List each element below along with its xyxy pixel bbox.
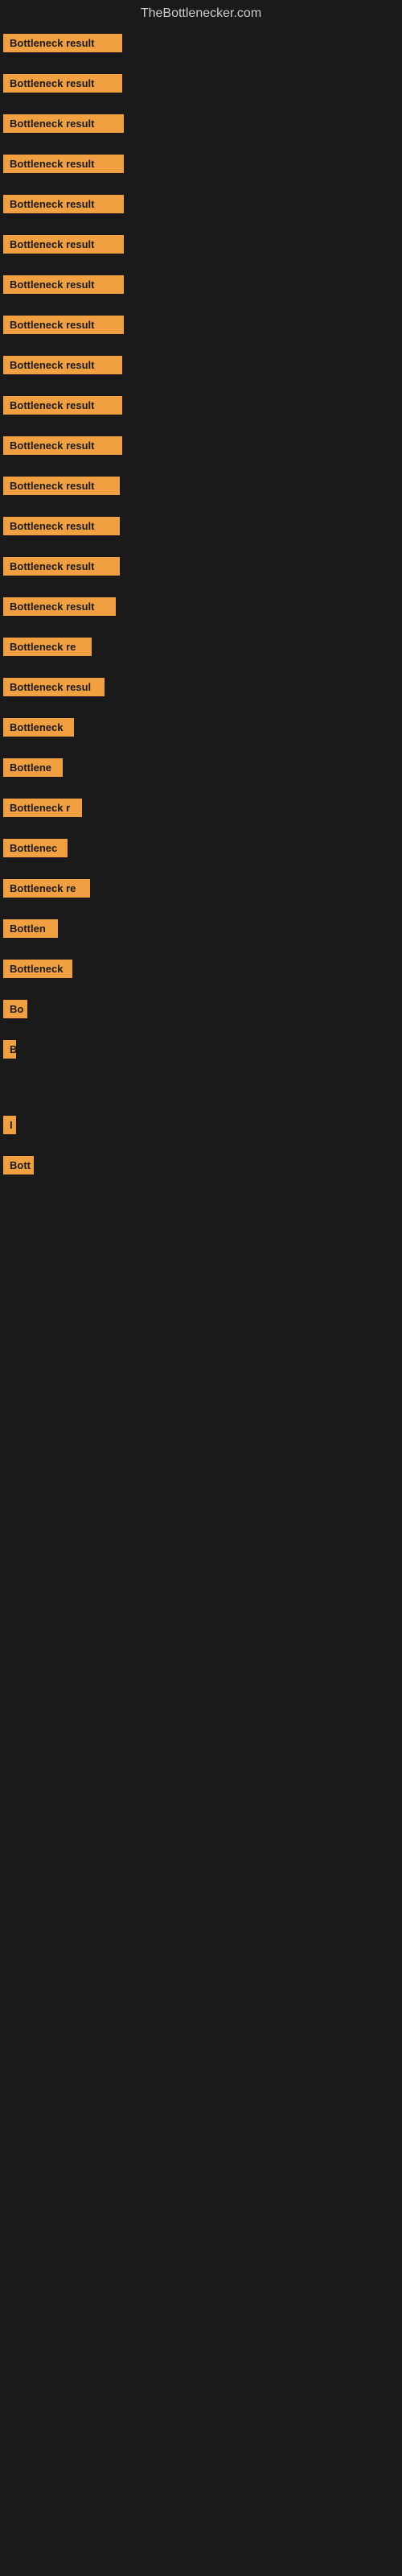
list-item: [3, 1077, 402, 1101]
bottleneck-result-label: Bottleneck result: [3, 316, 124, 334]
list-item: Bottleneck result: [3, 272, 402, 301]
bottleneck-result-label: Bottleneck result: [3, 275, 124, 294]
items-container: Bottleneck result Bottleneck result Bottle…: [0, 27, 402, 1708]
list-item: Bottlene: [3, 755, 402, 784]
bottleneck-result-label: Bottlen: [3, 919, 58, 938]
list-item: Bottleneck result: [3, 151, 402, 180]
spacer: [3, 1386, 402, 1451]
list-item: Bottlen: [3, 916, 402, 945]
list-item: Bott: [3, 1153, 402, 1182]
spacer: [3, 1644, 402, 1708]
spacer: [3, 1193, 402, 1257]
bottleneck-result-label: Bo: [3, 1000, 27, 1018]
bottleneck-result-label: Bottleneck: [3, 960, 72, 978]
bottleneck-result-label: Bott: [3, 1156, 34, 1174]
spacer: [3, 1322, 402, 1386]
list-item: Bottleneck result: [3, 31, 402, 60]
bottleneck-result-label: Bottlenec: [3, 839, 68, 857]
bottleneck-result-label: Bottleneck result: [3, 356, 122, 374]
list-item: Bottleneck result: [3, 111, 402, 140]
list-item: Bottleneck result: [3, 473, 402, 502]
list-item: Bottleneck resul: [3, 675, 402, 704]
bottleneck-result-label: Bottleneck result: [3, 597, 116, 616]
list-item: Bottleneck: [3, 956, 402, 985]
bottleneck-result-label: Bottleneck re: [3, 879, 90, 898]
bottleneck-result-label: Bottleneck result: [3, 34, 122, 52]
list-item: Bottleneck: [3, 715, 402, 744]
list-item: Bo: [3, 997, 402, 1026]
bottleneck-result-label: B: [3, 1040, 16, 1059]
list-item: B: [3, 1037, 402, 1066]
bottleneck-result-label: Bottleneck result: [3, 477, 120, 495]
spacer: [3, 1579, 402, 1644]
bottleneck-result-label: I: [3, 1116, 16, 1134]
bottleneck-result-label: Bottleneck result: [3, 396, 122, 415]
spacer: [3, 1257, 402, 1322]
spacer: [3, 1451, 402, 1515]
list-item: Bottleneck re: [3, 876, 402, 905]
bottleneck-result-label: Bottleneck result: [3, 557, 120, 576]
list-item: Bottleneck result: [3, 554, 402, 583]
bottleneck-result-label: Bottleneck result: [3, 436, 122, 455]
list-item: Bottleneck result: [3, 71, 402, 100]
list-item: Bottleneck result: [3, 393, 402, 422]
bottleneck-result-label: Bottleneck result: [3, 114, 124, 133]
site-title: TheBottlenecker.com: [0, 0, 402, 27]
bottleneck-result-label: Bottleneck result: [3, 74, 122, 93]
bottleneck-result-label: Bottleneck result: [3, 195, 124, 213]
list-item: Bottlenec: [3, 836, 402, 865]
bottleneck-result-label: Bottleneck result: [3, 235, 124, 254]
bottleneck-result-label: Bottleneck result: [3, 517, 120, 535]
bottleneck-result-label: Bottleneck r: [3, 799, 82, 817]
list-item: Bottleneck result: [3, 433, 402, 462]
list-item: Bottleneck result: [3, 514, 402, 543]
bottleneck-result-label: Bottleneck: [3, 718, 74, 737]
bottleneck-result-label: Bottleneck re: [3, 638, 92, 656]
list-item: Bottleneck r: [3, 795, 402, 824]
list-item: Bottleneck result: [3, 312, 402, 341]
list-item: Bottleneck result: [3, 232, 402, 261]
bottleneck-result-label: Bottleneck resul: [3, 678, 105, 696]
list-item: Bottleneck result: [3, 594, 402, 623]
list-item: Bottleneck re: [3, 634, 402, 663]
list-item: Bottleneck result: [3, 353, 402, 382]
list-item: Bottleneck result: [3, 192, 402, 221]
spacer: [3, 1515, 402, 1579]
bottleneck-result-label: Bottlene: [3, 758, 63, 777]
bottleneck-result-label: Bottleneck result: [3, 155, 124, 173]
list-item: I: [3, 1113, 402, 1141]
